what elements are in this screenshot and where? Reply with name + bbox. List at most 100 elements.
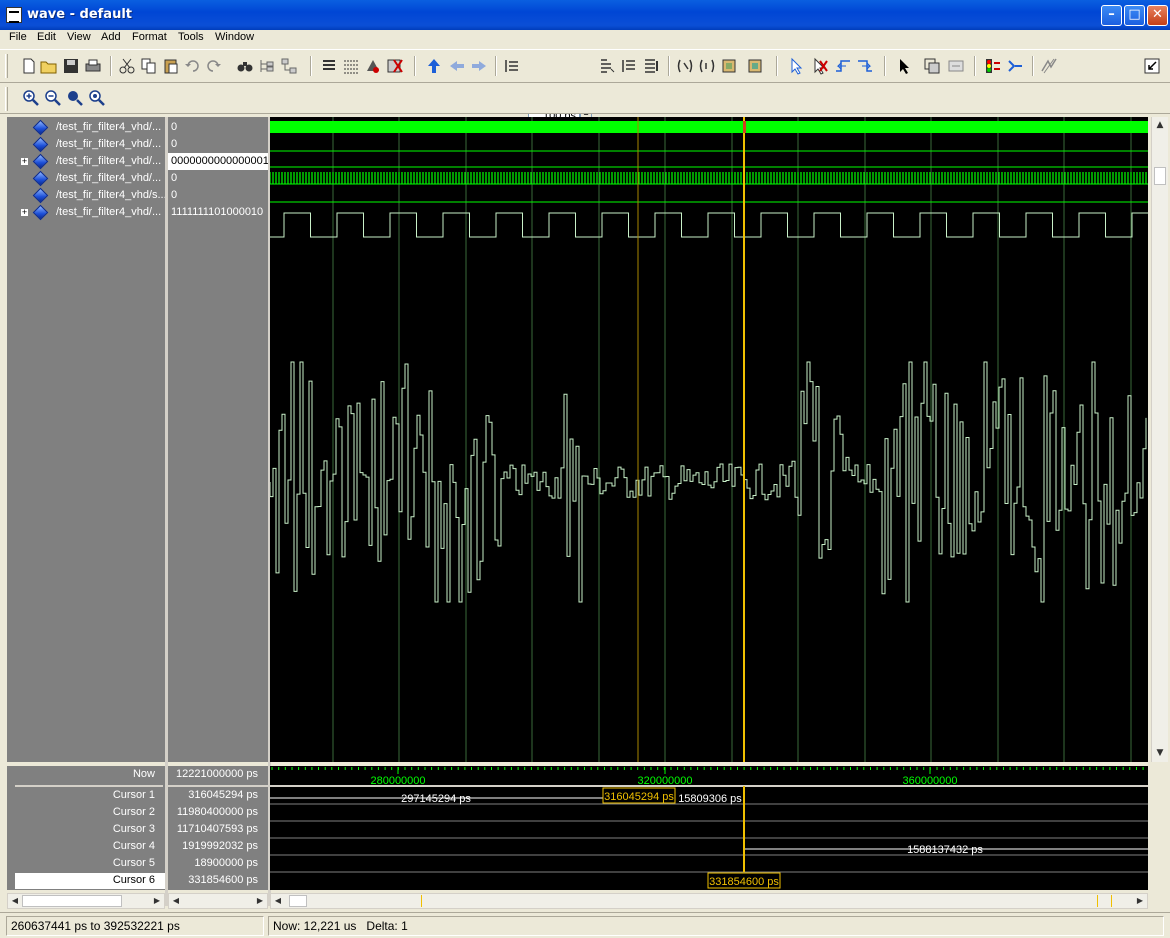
cursor-name-selected[interactable]: Cursor 6 [15, 873, 165, 889]
cursor-1-box-label: 316045294 ps [604, 791, 674, 803]
names-horizontal-scrollbar[interactable]: ◀ ▶ [7, 893, 165, 909]
cursor-name[interactable]: Cursor 2 [113, 806, 155, 818]
stop-icon[interactable] [984, 57, 1002, 75]
hierarchy-icon[interactable] [280, 57, 298, 75]
menu-window[interactable]: Window [212, 31, 257, 43]
menu-edit[interactable]: Edit [34, 31, 59, 43]
break-icon[interactable] [386, 57, 404, 75]
signal-row[interactable]: /test_fir_filter4_vhd/... [7, 170, 165, 187]
up-arrow-icon[interactable] [425, 57, 443, 75]
scroll-left-arrow-icon[interactable]: ◀ [8, 894, 22, 908]
cursor-name[interactable]: Cursor 5 [113, 857, 155, 869]
redo-icon[interactable] [204, 57, 222, 75]
find-icon[interactable] [236, 57, 254, 75]
zoom-in-icon[interactable] [22, 89, 40, 107]
zoom-mode-icon[interactable] [923, 57, 941, 75]
run-icon[interactable] [598, 57, 616, 75]
memory-icon[interactable] [746, 57, 764, 75]
menu-file[interactable]: File [6, 31, 30, 43]
signal-value: 0 [171, 121, 178, 133]
edit-mode-icon[interactable] [947, 57, 965, 75]
step-over-icon[interactable] [698, 57, 716, 75]
signal-values-pane[interactable]: 0 0 0000000000000001 0 0 111111110100001… [168, 117, 268, 762]
maximize-button[interactable]: □ [1124, 5, 1145, 26]
open-folder-icon[interactable] [40, 57, 58, 75]
scroll-left-arrow-icon[interactable]: ◀ [169, 894, 183, 908]
menu-format[interactable]: Format [129, 31, 170, 43]
restart-icon[interactable] [503, 57, 521, 75]
expand-plus-icon[interactable]: + [20, 208, 29, 217]
timeline-canvas[interactable]: 280000000 320000000 360000000297145294 ps 3… [270, 766, 1148, 890]
scroll-right-arrow-icon[interactable]: ▶ [150, 894, 164, 908]
waveform-pane[interactable] [270, 117, 1148, 762]
copy-icon[interactable] [140, 57, 158, 75]
menu-view[interactable]: View [64, 31, 94, 43]
status-now: Now: 12,221 us [273, 919, 357, 933]
paste-icon[interactable] [162, 57, 180, 75]
scroll-up-arrow-icon[interactable]: ▲ [1152, 117, 1168, 133]
cursor-names-pane[interactable]: Now Cursor 1 Cursor 2 Cursor 3 Cursor 4 … [7, 766, 165, 890]
waveform-horizontal-scrollbar[interactable]: ◀ ▶ [270, 893, 1148, 909]
cut-icon[interactable] [118, 57, 136, 75]
signal-names-pane[interactable]: /test_fir_filter4_vhd/... /test_fir_filt… [7, 117, 167, 762]
signal-row[interactable]: /test_fir_filter4_vhd/... [7, 136, 165, 153]
delete-cursor-icon[interactable] [811, 57, 829, 75]
waveform-vertical-scrollbar[interactable]: ▲ ▼ [1151, 117, 1168, 762]
dock-undock-icon[interactable] [1143, 57, 1161, 75]
cursor-name[interactable]: Cursor 1 [113, 789, 155, 801]
divider [15, 785, 163, 787]
scroll-right-arrow-icon[interactable]: ▶ [1133, 894, 1147, 908]
undo-icon[interactable] [184, 57, 202, 75]
menu-tools[interactable]: Tools [175, 31, 207, 43]
cursor-timeline-pane[interactable]: 280000000 320000000 360000000 297145294 ps 3… [270, 766, 1148, 890]
toolbar-separator [495, 56, 497, 76]
forward-arrow-icon[interactable] [470, 57, 488, 75]
scroll-thumb[interactable] [22, 895, 122, 907]
scroll-thumb[interactable] [1154, 167, 1166, 185]
minimize-button[interactable]: – [1101, 5, 1122, 26]
toolbar-separator [1032, 56, 1034, 76]
save-icon[interactable] [62, 57, 80, 75]
compile-all-icon[interactable] [342, 57, 360, 75]
dataflow-icon[interactable] [720, 57, 738, 75]
scroll-down-arrow-icon[interactable]: ▼ [1152, 745, 1168, 761]
zoom-full-icon[interactable] [66, 89, 84, 107]
cursor-name[interactable]: Cursor 4 [113, 840, 155, 852]
scroll-right-arrow-icon[interactable]: ▶ [253, 894, 267, 908]
prev-edge-icon[interactable] [834, 57, 852, 75]
back-arrow-icon[interactable] [448, 57, 466, 75]
toolbar-grip[interactable] [5, 54, 8, 78]
zoom-cursor-icon[interactable] [88, 89, 106, 107]
run-all-icon[interactable] [642, 57, 660, 75]
toolbar-grip[interactable] [5, 87, 8, 111]
new-file-icon[interactable] [20, 57, 38, 75]
step-icon[interactable] [676, 57, 694, 75]
break-arrow-icon[interactable] [1006, 57, 1024, 75]
signal-row[interactable]: + /test_fir_filter4_vhd/... [7, 204, 165, 221]
wave-compare-icon[interactable] [1040, 57, 1058, 75]
waveform-canvas[interactable] [270, 117, 1148, 762]
menu-add[interactable]: Add [98, 31, 124, 43]
values-horizontal-scrollbar[interactable]: ◀ ▶ [168, 893, 268, 909]
expand-plus-icon[interactable]: + [20, 157, 29, 166]
continue-icon[interactable] [620, 57, 638, 75]
scroll-left-arrow-icon[interactable]: ◀ [271, 894, 285, 908]
cursor-values-pane[interactable]: 12221000000 ps 316045294 ps 11980400000 … [168, 766, 268, 890]
pointer-mode-icon[interactable] [895, 57, 913, 75]
zoom-out-icon[interactable] [44, 89, 62, 107]
scroll-thumb[interactable] [289, 895, 307, 907]
signal-row[interactable]: + /test_fir_filter4_vhd/... [7, 153, 165, 170]
simulate-icon[interactable] [364, 57, 382, 75]
signal-row[interactable]: /test_fir_filter4_vhd/s... [7, 187, 167, 204]
status-bar: 260637441 ps to 392532221 ps Now: 12,221… [0, 912, 1170, 938]
cursor-name[interactable]: Cursor 3 [113, 823, 155, 835]
tree-icon[interactable] [258, 57, 276, 75]
select-cursor-icon[interactable] [788, 57, 806, 75]
signal-diamond-icon [32, 170, 49, 187]
cursor-6-box-label: 331854600 ps [709, 876, 779, 888]
signal-row[interactable]: /test_fir_filter4_vhd/... [7, 119, 165, 136]
compile-icon[interactable] [320, 57, 338, 75]
close-button[interactable]: ✕ [1147, 5, 1168, 26]
print-icon[interactable] [84, 57, 102, 75]
next-edge-icon[interactable] [856, 57, 874, 75]
